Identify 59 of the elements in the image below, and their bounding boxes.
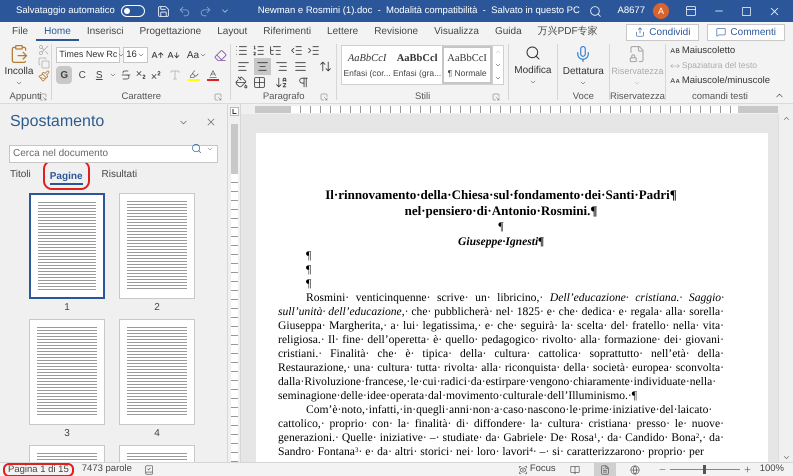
ribbon-tab[interactable]: Riferimenti bbox=[255, 23, 320, 41]
underline-button[interactable]: S bbox=[92, 66, 106, 84]
pane-tab[interactable]: Risultati bbox=[102, 167, 138, 183]
group-label: Paragrafo bbox=[262, 92, 305, 102]
text-command-button[interactable]: Maiuscole/minuscole bbox=[670, 74, 770, 87]
change-case-button[interactable]: Aa bbox=[186, 48, 208, 62]
ribbon-tab[interactable]: Inserisci bbox=[78, 23, 132, 41]
ribbon-tab[interactable]: Layout bbox=[209, 23, 256, 41]
group-label: Voce bbox=[572, 92, 594, 102]
ribbon-tab[interactable]: Lettere bbox=[319, 23, 366, 41]
ribbon-tab[interactable]: File bbox=[4, 23, 36, 41]
pane-tab[interactable]: Titoli bbox=[10, 167, 31, 183]
group-label: Riservatezza bbox=[610, 92, 665, 102]
paragraph-mark: ¶ bbox=[497, 219, 505, 234]
style-option[interactable]: AaBbCcI ¶ Normale bbox=[442, 46, 492, 84]
pane-tab[interactable]: Pagine bbox=[50, 169, 83, 185]
ribbon-tab[interactable]: Visualizza bbox=[426, 23, 487, 41]
page-count[interactable]: Pagina 1 di 15 bbox=[3, 462, 74, 476]
document-author: Giuseppe·Ignesti¶ bbox=[457, 234, 545, 249]
group-label: Stili bbox=[414, 92, 430, 102]
window-title: Newman e Rosmini (1).doc - Modalità compatibilità - Salvato in questo PC bbox=[258, 4, 580, 18]
style-option[interactable]: AaBbCcl Enfasi (gra... bbox=[392, 46, 442, 84]
share-button[interactable]: Condividi bbox=[626, 24, 700, 40]
page-number: 2 bbox=[154, 301, 160, 315]
bold-button[interactable]: G bbox=[56, 66, 72, 84]
document-title: nel·pensiero·di·Antonio·Rosmini.¶ bbox=[404, 203, 598, 219]
page-number: 4 bbox=[154, 427, 160, 441]
paragraph-mark: ¶ bbox=[305, 277, 312, 291]
page-number: 3 bbox=[64, 427, 70, 441]
paragraph-mark: ¶ bbox=[305, 263, 312, 277]
user-avatar[interactable]: A bbox=[653, 3, 669, 19]
font-name-field[interactable]: Times New Rc bbox=[56, 47, 120, 63]
document-title: Il·rinnovamento·della·Chiesa·sul·fondamento·dei·Santi·Padri¶ bbox=[324, 187, 678, 203]
ribbon-tab[interactable]: 万兴PDF专家 bbox=[530, 23, 606, 41]
ribbon-tab[interactable]: Progettazione bbox=[132, 23, 210, 41]
page-number: 1 bbox=[64, 301, 70, 315]
italic-button[interactable]: C bbox=[75, 66, 90, 84]
group-label: Carattere bbox=[121, 92, 162, 102]
comments-button[interactable]: Commenti bbox=[707, 24, 785, 40]
font-size-field[interactable]: 16 bbox=[123, 47, 148, 63]
ribbon-tab[interactable]: Guida bbox=[486, 23, 530, 41]
text-command-button[interactable]: Maiuscoletto bbox=[670, 44, 770, 57]
group-label: comandi testi bbox=[692, 92, 748, 102]
zoom-level[interactable]: 100% bbox=[760, 462, 784, 476]
style-option[interactable]: AaBbCcI Enfasi (cor... bbox=[342, 46, 392, 84]
paste-button[interactable]: Incolla bbox=[4, 44, 34, 87]
user-name: A8677 bbox=[618, 4, 645, 18]
focus-button[interactable]: Focus bbox=[518, 462, 556, 476]
body-paragraph: Rosmini· venticinquenne· scrive· un· libricino,· Dell’educazione· cristiana.· Saggio· sull’unità· dell’educazione,· che· pubblicherà· nel· 1825· e· che· dedica· e· regala· alla· sorella· Giuseppa· Margherita,· a· lui· legatissima,· e· che· seguirà· la· scelta· del· fratello· nella· vita· religiosa.· Il· fine· dell’operetta· è· quello· pedagogico· rivolto· alla· formazione· dei· giovani· cristiani.· Finalità· che· è· tipica· della· cultura· cattolica· soprattutto· nell’età· della· Restaurazione,· una· cultura· tutta· rivolta· alla· riconquista· della· società· europea· sconvolta· dalla·Rivoluzione·francese,·le·cui·radici·da·estirpare·vengono·chiaramente·individuate·nella· seminagione·delle·idee·operata·dal·movimento·culturale·dell’Illuminismo.·¶ bbox=[278, 291, 724, 403]
pane-title: Spostamento bbox=[10, 112, 104, 132]
autosave-label: Salvataggio automatico bbox=[16, 4, 115, 18]
group-label: Appunti bbox=[10, 92, 42, 102]
dictate-button[interactable]: Dettatura bbox=[562, 42, 604, 90]
paragraph-mark: ¶ bbox=[305, 249, 312, 263]
word-count[interactable]: 7473 parole bbox=[82, 462, 132, 476]
editing-button[interactable]: Modifica bbox=[509, 42, 557, 86]
search-field[interactable]: Cerca nel documento bbox=[9, 144, 218, 162]
ribbon-tab[interactable]: Revisione bbox=[366, 23, 426, 41]
body-paragraph: Com’è·noto,·infatti,·in·quegli·anni·non·a·caso·nascono·le·prime·iniziative·del·laicato· cattolico,· proprio· con· la· finalità· di· diffondere· la· cultura· cristiana· presso· le· nuove· generazioni.· Quelle· iniziative· –· studiate· da· Gabriele· De· Rosa$^{1}$,· da· Candido· Bona$^{2}$,· da· Sandro· Fontana$^{3}$· e· da· altri· storici· nei· loro· lavori$^{4}$· –· si· caratterizzarono· proprio· per bbox=[278, 403, 724, 459]
